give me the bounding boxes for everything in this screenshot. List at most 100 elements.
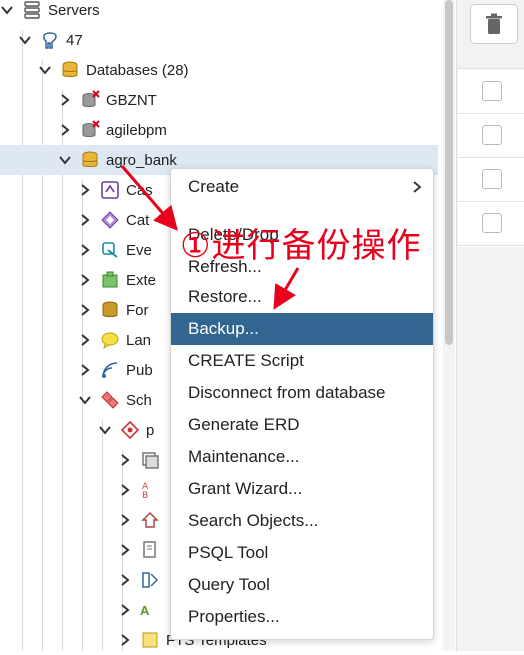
chevron-right-icon[interactable] (118, 603, 132, 617)
tree-node-label: p (146, 421, 155, 439)
tree-node-label: GBZNT (106, 91, 157, 109)
database-icon (80, 150, 100, 170)
row-checkbox[interactable] (482, 125, 502, 145)
menu-item-label: Restore... (188, 287, 262, 306)
chevron-right-icon[interactable] (58, 93, 72, 107)
fts-configurations-icon (140, 510, 160, 530)
annotation-text: ①进行备份操作 (180, 226, 422, 266)
chevron-down-icon[interactable] (98, 423, 112, 437)
row-checkbox[interactable] (482, 81, 502, 101)
menu-item-properties[interactable]: Properties... (171, 601, 433, 633)
database-disconnected-icon (80, 120, 100, 140)
menu-item-restore[interactable]: Restore... (171, 281, 433, 313)
chevron-right-icon[interactable] (118, 513, 132, 527)
svg-text:B: B (142, 491, 148, 500)
tree-scrollbar-thumb[interactable] (445, 0, 453, 345)
chevron-right-icon[interactable] (118, 573, 132, 587)
tree-node-server-47[interactable]: 47 (0, 25, 440, 55)
chevron-right-icon[interactable] (58, 123, 72, 137)
delete-button[interactable] (470, 4, 518, 44)
menu-item-label: Maintenance... (188, 447, 300, 466)
menu-item-backup[interactable]: Backup... (171, 313, 433, 345)
menu-item-label: Query Tool (188, 575, 270, 594)
menu-item-label: Generate ERD (188, 415, 300, 434)
fts-dictionaries-icon (140, 540, 160, 560)
menu-item-label: CREATE Script (188, 351, 304, 370)
chevron-right-icon[interactable] (118, 543, 132, 557)
databases-icon (60, 60, 80, 80)
menu-item-maintenance[interactable]: Maintenance... (171, 441, 433, 473)
menu-item-generate-erd[interactable]: Generate ERD (171, 409, 433, 441)
menu-item-grant-wizard[interactable]: Grant Wizard... (171, 473, 433, 505)
tree-node-label: Exte (126, 271, 157, 289)
chevron-down-icon[interactable] (58, 153, 72, 167)
tree-node-label: 47 (66, 31, 83, 49)
menu-item-label: Search Objects... (188, 511, 319, 530)
table-row (458, 201, 524, 246)
tree-node-servers[interactable]: Servers (0, 0, 440, 25)
menu-item-label: PSQL Tool (188, 543, 269, 562)
chevron-down-icon[interactable] (18, 33, 32, 47)
extensions-icon (100, 270, 120, 290)
foreign-data-wrappers-icon (100, 300, 120, 320)
row-checkbox[interactable] (482, 169, 502, 189)
menu-item-label: Disconnect from database (188, 383, 386, 402)
tree-node-label: Servers (48, 1, 100, 19)
postgres-elephant-icon (40, 30, 60, 50)
menu-item-label: Create (188, 177, 240, 196)
tree-node-label: For (126, 301, 149, 319)
tree-node-db-agilebpm[interactable]: agilebpm (0, 115, 440, 145)
schema-icon (120, 420, 140, 440)
menu-item-label: Grant Wizard... (188, 479, 303, 498)
menu-item-query-tool[interactable]: Query Tool (171, 569, 433, 601)
table-row (458, 157, 524, 202)
chevron-right-icon[interactable] (78, 183, 92, 197)
menu-item-disconnect[interactable]: Disconnect from database (171, 377, 433, 409)
catalogs-icon (100, 210, 120, 230)
fts-templates-icon (140, 630, 160, 650)
chevron-down-icon[interactable] (78, 393, 92, 407)
tree-node-databases[interactable]: Databases (28) (0, 55, 440, 85)
fts-parsers-icon (140, 570, 160, 590)
row-checkbox[interactable] (482, 213, 502, 233)
chevron-right-icon[interactable] (118, 453, 132, 467)
tree-scrollbar[interactable] (443, 0, 455, 651)
domains-icon: AB (140, 480, 160, 500)
tree-node-label: agilebpm (106, 121, 167, 139)
tree-node-label: Sch (126, 391, 152, 409)
tree-node-label: Lan (126, 331, 152, 349)
menu-item-create[interactable]: Create (171, 171, 433, 203)
chevron-right-icon[interactable] (78, 333, 92, 347)
tree-node-label: Cas (126, 181, 153, 199)
collations-icon (140, 450, 160, 470)
menu-item-label: Properties... (188, 607, 280, 626)
chevron-right-icon[interactable] (78, 213, 92, 227)
menu-item-search-objects[interactable]: Search Objects... (171, 505, 433, 537)
tree-node-db-gbznt[interactable]: GBZNT (0, 85, 440, 115)
chevron-down-icon[interactable] (0, 3, 14, 17)
casts-icon (100, 180, 120, 200)
chevron-right-icon[interactable] (78, 243, 92, 257)
menu-item-label: Backup... (188, 319, 259, 338)
chevron-down-icon[interactable] (38, 63, 52, 77)
event-triggers-icon (100, 240, 120, 260)
tree-node-label: Databases (28) (86, 61, 189, 79)
chevron-right-icon[interactable] (78, 303, 92, 317)
chevron-right-icon[interactable] (118, 483, 132, 497)
tree-node-label: Pub (126, 361, 153, 379)
table-row (458, 113, 524, 158)
database-disconnected-icon (80, 90, 100, 110)
trash-icon (486, 13, 502, 34)
tree-node-label: Eve (126, 241, 152, 259)
tree-node-label: agro_bank (106, 151, 177, 169)
publications-icon (100, 360, 120, 380)
languages-icon (100, 330, 120, 350)
server-group-icon (22, 0, 42, 20)
chevron-right-icon[interactable] (118, 633, 132, 647)
chevron-right-icon[interactable] (78, 363, 92, 377)
menu-item-psql-tool[interactable]: PSQL Tool (171, 537, 433, 569)
menu-item-create-script[interactable]: CREATE Script (171, 345, 433, 377)
table-row (458, 69, 524, 114)
tree-node-label: Cat (126, 211, 150, 229)
chevron-right-icon[interactable] (78, 273, 92, 287)
